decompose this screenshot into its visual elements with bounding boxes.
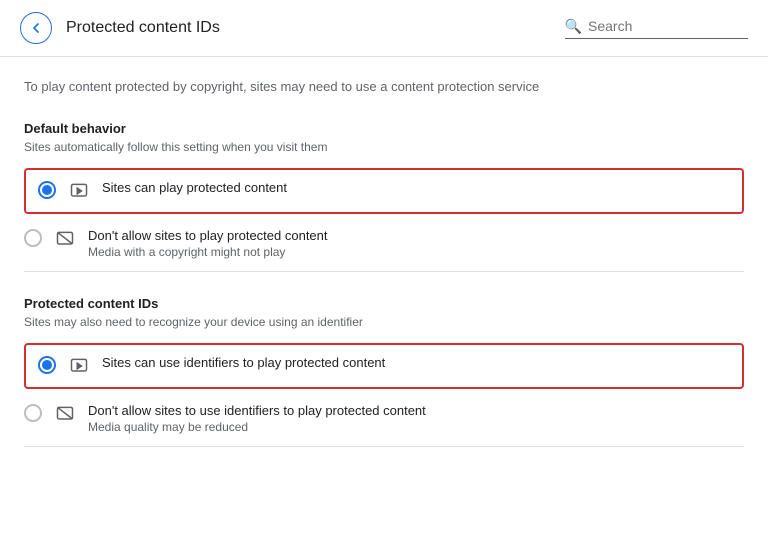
no-identifiers-sublabel: Media quality may be reduced — [88, 420, 426, 434]
no-play-protected-icon — [54, 228, 76, 250]
search-icon: 🔍 — [565, 18, 582, 35]
search-area: 🔍 — [565, 18, 748, 39]
header: Protected content IDs 🔍 — [0, 0, 768, 57]
play-protected-icon — [68, 180, 90, 202]
no-identifiers-label: Don't allow sites to use identifiers to … — [88, 403, 426, 418]
default-behavior-subtitle: Sites automatically follow this setting … — [24, 140, 744, 154]
use-identifiers-icon — [68, 355, 90, 377]
default-behavior-section: Default behavior Sites automatically fol… — [24, 121, 744, 272]
no-play-protected-label: Don't allow sites to play protected cont… — [88, 228, 328, 243]
radio-no-identifiers[interactable] — [24, 404, 42, 422]
protected-content-ids-title: Protected content IDs — [24, 296, 744, 311]
back-button[interactable] — [20, 12, 52, 44]
radio-no-play-protected[interactable] — [24, 229, 42, 247]
no-play-protected-sublabel: Media with a copyright might not play — [88, 245, 328, 259]
page-description: To play content protected by copyright, … — [24, 77, 744, 97]
radio-use-identifiers[interactable] — [38, 356, 56, 374]
search-input[interactable] — [588, 18, 748, 34]
no-identifiers-icon — [54, 403, 76, 425]
protected-content-ids-section: Protected content IDs Sites may also nee… — [24, 296, 744, 447]
page-title: Protected content IDs — [66, 19, 551, 37]
option-no-identifiers[interactable]: Don't allow sites to use identifiers to … — [24, 391, 744, 447]
option-no-play-protected[interactable]: Don't allow sites to play protected cont… — [24, 216, 744, 272]
default-behavior-title: Default behavior — [24, 121, 744, 136]
radio-play-protected[interactable] — [38, 181, 56, 199]
protected-content-ids-subtitle: Sites may also need to recognize your de… — [24, 315, 744, 329]
option-use-identifiers[interactable]: Sites can use identifiers to play protec… — [24, 343, 744, 389]
use-identifiers-label: Sites can use identifiers to play protec… — [102, 355, 385, 370]
play-protected-label: Sites can play protected content — [102, 180, 287, 195]
option-play-protected[interactable]: Sites can play protected content — [24, 168, 744, 214]
content: To play content protected by copyright, … — [0, 57, 768, 491]
